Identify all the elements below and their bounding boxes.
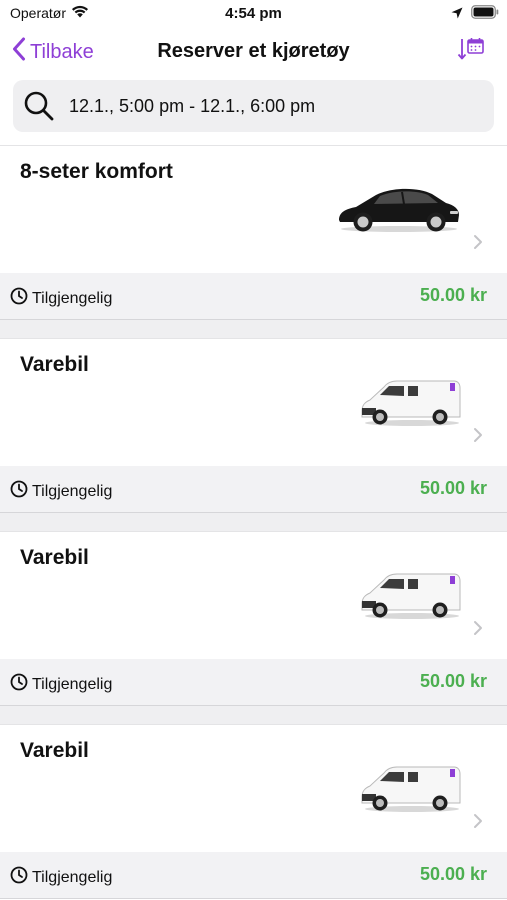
vehicle-name: Varebil — [20, 739, 89, 762]
availability-status: Tilgjengelig — [10, 673, 112, 696]
availability-label: Tilgjengelig — [32, 675, 113, 693]
card-footer: Tilgjengelig 50.00 kr — [0, 273, 507, 320]
availability-status: Tilgjengelig — [10, 866, 112, 889]
van-image — [360, 761, 462, 818]
clock-icon — [10, 287, 28, 310]
chevron-right-icon — [473, 234, 483, 255]
location-arrow-icon — [451, 6, 463, 24]
list-separator — [0, 513, 507, 531]
page-title: Reserver et kjøretøy — [157, 40, 350, 62]
vehicle-card[interactable]: Varebil Tilgjengelig 50.00 kr — [0, 531, 507, 706]
vehicle-card[interactable]: 8-seter komfort Tilgjengelig 50.00 kr — [0, 145, 507, 320]
vehicle-name: Varebil — [20, 546, 89, 569]
availability-status: Tilgjengelig — [10, 287, 112, 310]
vehicle-name: 8-seter komfort — [20, 160, 173, 183]
price-label: 50.00 kr — [419, 864, 487, 884]
availability-label: Tilgjengelig — [32, 289, 113, 307]
vehicle-name: Varebil — [20, 353, 89, 376]
car-image — [336, 182, 462, 239]
list-separator — [0, 320, 507, 338]
clock-icon — [10, 480, 28, 503]
chevron-right-icon — [473, 813, 483, 834]
vehicle-list: 8-seter komfort Tilgjengelig 50.00 kr Va… — [0, 145, 507, 899]
price-label: 50.00 kr — [419, 478, 487, 498]
battery-icon — [471, 5, 499, 24]
navigation-bar: Tilbake Reserver et kjøretøy — [0, 28, 507, 74]
search-icon — [23, 90, 55, 122]
status-time: 4:54 pm — [225, 5, 282, 22]
list-separator — [0, 706, 507, 724]
availability-label: Tilgjengelig — [32, 482, 113, 500]
date-search-field[interactable]: 12.1., 5:00 pm - 12.1., 6:00 pm — [13, 80, 494, 132]
vehicle-card[interactable]: Varebil Tilgjengelig 50.00 kr — [0, 338, 507, 513]
card-footer: Tilgjengelig 50.00 kr — [0, 659, 507, 706]
van-image — [360, 375, 462, 432]
status-bar: Operatør 4:54 pm — [0, 0, 507, 28]
van-image — [360, 568, 462, 625]
calendar-sort-button[interactable] — [457, 36, 485, 69]
date-range-value: 12.1., 5:00 pm - 12.1., 6:00 pm — [69, 95, 316, 116]
chevron-right-icon — [473, 620, 483, 641]
availability-status: Tilgjengelig — [10, 480, 112, 503]
clock-icon — [10, 866, 28, 889]
calendar-sort-icon — [457, 38, 485, 68]
clock-icon — [10, 673, 28, 696]
card-footer: Tilgjengelig 50.00 kr — [0, 852, 507, 899]
vehicle-card[interactable]: Varebil Tilgjengelig 50.00 kr — [0, 724, 507, 899]
chevron-right-icon — [473, 427, 483, 448]
availability-label: Tilgjengelig — [32, 868, 113, 886]
card-footer: Tilgjengelig 50.00 kr — [0, 466, 507, 513]
status-right-group — [451, 5, 499, 24]
price-label: 50.00 kr — [419, 671, 487, 691]
price-label: 50.00 kr — [419, 285, 487, 305]
